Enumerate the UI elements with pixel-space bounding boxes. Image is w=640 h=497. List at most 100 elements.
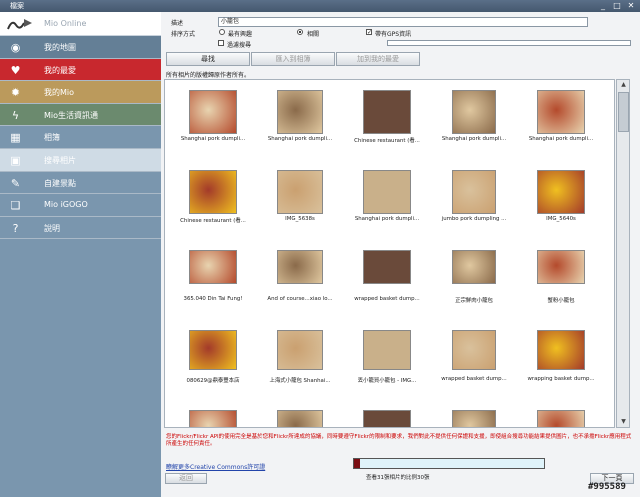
photo-item[interactable]: Shanghai pork dumpli...: [171, 86, 255, 150]
gps-checkbox[interactable]: ✓: [366, 29, 372, 36]
photo-thumbnail[interactable]: [452, 250, 496, 284]
photo-thumbnail[interactable]: [277, 410, 323, 427]
results-progress-bar: [353, 458, 545, 469]
sidebar-item-6[interactable]: ✎ 自建景點: [0, 171, 161, 195]
photo-caption: 丟小籠買小籠包 - IMG...: [357, 378, 417, 384]
sort-relevance-radio[interactable]: [297, 29, 303, 35]
photo-item[interactable]: Shanghai pork dumpli...: [345, 166, 429, 230]
photo-thumbnail[interactable]: [452, 170, 496, 214]
photo-item[interactable]: 365.040 Din Tai Fung!: [171, 246, 255, 310]
photo-thumbnail[interactable]: [189, 330, 237, 370]
photo-thumbnail[interactable]: [277, 90, 323, 134]
lightning-icon: ϟ: [11, 108, 20, 122]
photo-thumbnail[interactable]: [537, 170, 585, 214]
sidebar-item-label: 說明: [44, 223, 60, 233]
photo-thumbnail[interactable]: [452, 90, 496, 134]
photo-item[interactable]: Chinese restaurant (看...: [171, 166, 255, 230]
sort-interest-radio[interactable]: [219, 29, 225, 35]
description-input[interactable]: 小籠包: [218, 17, 588, 27]
photo-thumbnail[interactable]: [537, 250, 585, 284]
photo-caption: Shanghai pork dumpli...: [180, 136, 246, 142]
sidebar-item-3[interactable]: ϟ Mio生活資訊通: [0, 103, 161, 127]
photo-item[interactable]: And of course...xiao lo...: [258, 246, 342, 310]
results-count: 查看31張相片的比例30張: [366, 475, 430, 481]
photo-thumbnail[interactable]: [537, 410, 585, 427]
eye-icon: ◉: [10, 41, 21, 54]
back-button[interactable]: 返回: [165, 473, 207, 484]
photo-thumbnail[interactable]: [189, 410, 237, 427]
photo-caption: Shanghai pork dumpli...: [267, 136, 333, 142]
heart-icon: ♥: [10, 63, 21, 77]
minimize-icon[interactable]: _: [596, 1, 610, 11]
photo-thumbnail[interactable]: [363, 330, 411, 370]
photo-thumbnail[interactable]: [452, 410, 496, 427]
sidebar-item-7[interactable]: ❑ Mio iGOGO: [0, 194, 161, 217]
photo-caption: IMG_5640s: [546, 216, 576, 222]
photo-item[interactable]: Shanghai pork dumpli...: [258, 86, 342, 150]
sidebar-item-label: 搜尋相片: [44, 155, 76, 165]
photo-item[interactable]: 正宗鮮肉小籠包: [432, 246, 516, 310]
photo-caption: 正宗鮮肉小籠包: [455, 298, 493, 304]
creative-commons-link[interactable]: 瞭解更多Creative Commons許可證: [166, 462, 265, 471]
photo-item[interactable]: [519, 406, 603, 427]
question-icon: ?: [12, 221, 19, 235]
photo-thumbnail[interactable]: [277, 170, 323, 214]
search-button[interactable]: 尋找: [166, 52, 250, 66]
sidebar-item-label: 我的Mio: [44, 88, 75, 98]
photo-item[interactable]: Chinese restaurant (看...: [345, 86, 429, 150]
photo-thumbnail[interactable]: [537, 90, 585, 134]
filter-slider[interactable]: [387, 40, 631, 46]
sidebar-item-label: 自建景點: [44, 178, 76, 188]
sidebar-item-4[interactable]: ▦ 相簿: [0, 126, 161, 149]
mio-logo-icon: [7, 19, 32, 30]
photo-caption: 080629@鼎泰豐本店: [186, 378, 240, 384]
close-icon[interactable]: ✕: [624, 1, 638, 11]
photo-thumbnail[interactable]: [363, 170, 411, 214]
photo-item[interactable]: jumbo pork dumpling ...: [432, 166, 516, 230]
photo-item[interactable]: 丟小籠買小籠包 - IMG...: [345, 326, 429, 390]
filter-checkbox[interactable]: [218, 40, 224, 46]
maximize-icon[interactable]: □: [610, 1, 624, 11]
sidebar-item-8[interactable]: ? 說明: [0, 216, 161, 240]
sort-interest-label: 最有興趣: [228, 31, 253, 38]
photo-item[interactable]: 上海式小籠包 Shanhai...: [258, 326, 342, 390]
add-to-favorites-button[interactable]: 加到我的最愛: [336, 52, 420, 66]
sidebar: Mio Online ◉ 我的地圖 ♥ 我的最愛 ✹ 我的Mio ϟ Mio生活資訊通 ▦ 相簿 ▣…: [0, 12, 161, 497]
photo-thumbnail[interactable]: [277, 330, 323, 370]
photo-thumbnail[interactable]: [363, 250, 411, 284]
photo-thumbnail[interactable]: [277, 250, 323, 284]
scroll-down-icon[interactable]: ▼: [618, 417, 629, 427]
sidebar-item-1[interactable]: ♥ 我的最愛: [0, 58, 161, 82]
photo-caption: Shanghai pork dumpli...: [528, 136, 594, 142]
sidebar-item-2[interactable]: ✹ 我的Mio: [0, 81, 161, 104]
photo-item[interactable]: [258, 406, 342, 427]
photo-thumbnail[interactable]: [189, 90, 237, 134]
photo-item[interactable]: wrapped basket dump...: [432, 326, 516, 390]
photo-item[interactable]: wrapping basket dump...: [519, 326, 603, 390]
photo-item[interactable]: 蟹粉小籠包: [519, 246, 603, 310]
photo-item[interactable]: [345, 406, 429, 427]
photo-thumbnail[interactable]: [537, 330, 585, 370]
photo-thumbnail[interactable]: [452, 330, 496, 370]
scroll-up-icon[interactable]: ▲: [618, 80, 629, 90]
sidebar-item-5[interactable]: ▣ 搜尋相片: [0, 148, 161, 172]
photo-thumbnail[interactable]: [189, 250, 237, 284]
photo-item[interactable]: [432, 406, 516, 427]
sort-relevance-label: 相關: [307, 31, 320, 38]
photo-item[interactable]: IMG_5640s: [519, 166, 603, 230]
photo-item[interactable]: 080629@鼎泰豐本店: [171, 326, 255, 390]
photo-item[interactable]: Shanghai pork dumpli...: [432, 86, 516, 150]
photo-item[interactable]: IMG_5638s: [258, 166, 342, 230]
photo-thumbnail[interactable]: [363, 90, 411, 134]
sidebar-item-0[interactable]: ◉ 我的地圖: [0, 36, 161, 59]
scrollbar-thumb[interactable]: [618, 92, 629, 132]
menu-file[interactable]: 檔案: [10, 2, 24, 10]
photo-item[interactable]: [171, 406, 255, 427]
photo-grid-scrollbar[interactable]: ▲ ▼: [616, 79, 630, 428]
sidebar-header[interactable]: Mio Online: [0, 12, 161, 36]
import-to-album-button[interactable]: 匯入到相簿: [251, 52, 335, 66]
photo-item[interactable]: wrapped basket dump...: [345, 246, 429, 310]
photo-thumbnail[interactable]: [363, 410, 411, 427]
photo-item[interactable]: Shanghai pork dumpli...: [519, 86, 603, 150]
photo-thumbnail[interactable]: [189, 170, 237, 214]
